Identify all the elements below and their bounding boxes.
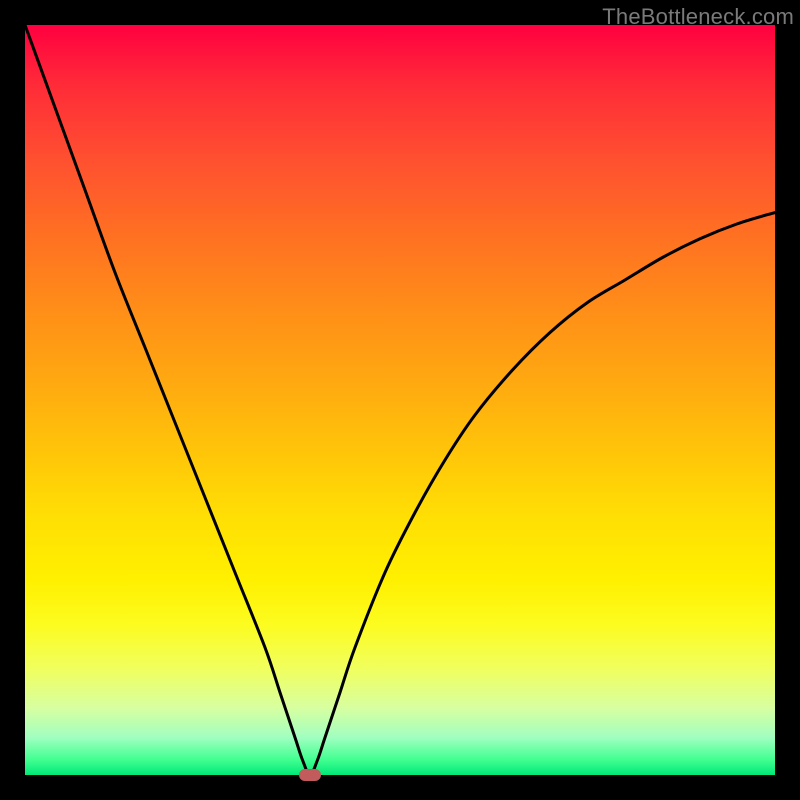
optimum-marker (299, 769, 321, 781)
watermark-text: TheBottleneck.com (602, 4, 794, 30)
chart-frame: TheBottleneck.com (0, 0, 800, 800)
plot-gradient-background (25, 25, 775, 775)
